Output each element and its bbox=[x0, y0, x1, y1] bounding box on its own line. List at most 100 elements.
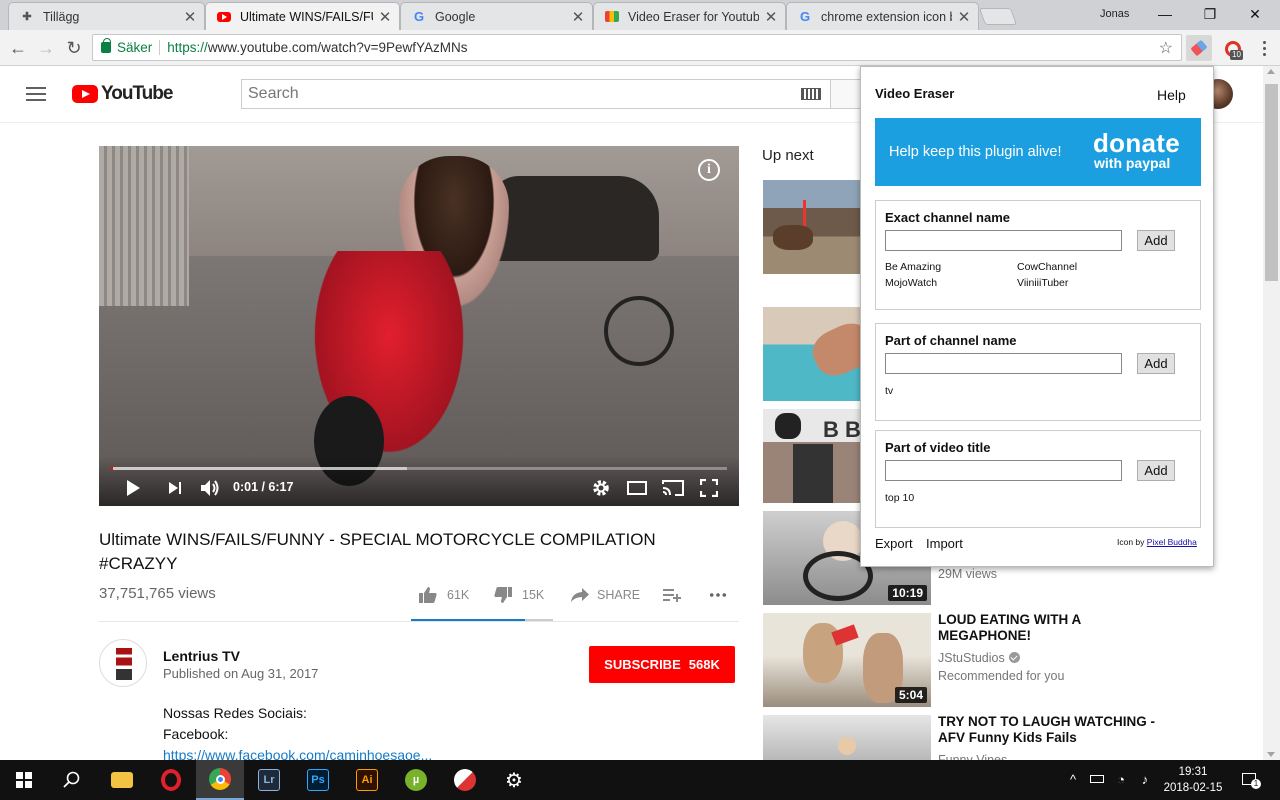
fullscreen-icon[interactable] bbox=[697, 476, 721, 500]
taskbar-clock[interactable]: 19:31 2018-02-15 bbox=[1160, 764, 1226, 796]
related-thumbnail[interactable] bbox=[763, 715, 931, 760]
cast-icon[interactable] bbox=[661, 476, 685, 500]
add-partial-channel-button[interactable]: Add bbox=[1137, 353, 1175, 374]
more-actions-button[interactable] bbox=[709, 586, 727, 604]
url-path: www.youtube.com/watch?v=9PewfYAzMNs bbox=[207, 40, 468, 55]
snipping-tool-icon[interactable] bbox=[441, 760, 489, 800]
video-progress-bar[interactable] bbox=[111, 467, 727, 470]
close-icon[interactable]: ✕ bbox=[956, 8, 972, 26]
more-dots-icon bbox=[709, 586, 727, 604]
help-link[interactable]: Help bbox=[1157, 87, 1186, 103]
scroll-up-arrow-icon[interactable] bbox=[1267, 69, 1275, 74]
video-player[interactable]: i 0:01 / 6:17 bbox=[99, 146, 739, 506]
utorrent-icon[interactable]: µ bbox=[392, 760, 440, 800]
video-eraser-popup: Video Eraser Help Help keep this plugin … bbox=[860, 66, 1214, 567]
tab-video-eraser[interactable]: Video Eraser for Youtube ✕ bbox=[593, 2, 786, 30]
settings-gear-icon[interactable]: ⚙ bbox=[490, 760, 538, 800]
keyboard-icon[interactable] bbox=[801, 88, 821, 100]
illustrator-icon[interactable]: Ai bbox=[343, 760, 391, 800]
search-icon[interactable] bbox=[48, 760, 96, 800]
like-button[interactable]: 61K bbox=[419, 586, 469, 604]
donate-banner[interactable]: Help keep this plugin alive! donate with… bbox=[875, 118, 1201, 186]
windows-start-icon[interactable] bbox=[0, 760, 48, 800]
dislike-button[interactable]: 15K bbox=[494, 586, 544, 604]
secure-indicator[interactable]: Säker bbox=[101, 38, 152, 55]
filter-entry[interactable]: MojoWatch bbox=[885, 277, 937, 289]
search-input[interactable]: Search bbox=[241, 79, 831, 109]
minimize-icon[interactable]: — bbox=[1150, 4, 1180, 24]
window-close-icon[interactable]: ✕ bbox=[1240, 4, 1270, 24]
volume-icon[interactable] bbox=[198, 476, 222, 500]
video-eraser-extension-button[interactable] bbox=[1186, 35, 1212, 61]
filter-entry[interactable]: CowChannel bbox=[1017, 261, 1077, 273]
tab-label: Ultimate WINS/FAILS/FUNNY - SPECIAL MOTO… bbox=[240, 9, 373, 24]
tab-chrome-ext-search[interactable]: G chrome extension icon bl ✕ bbox=[786, 2, 979, 30]
next-icon[interactable] bbox=[163, 476, 187, 500]
notifications-icon[interactable]: 1 bbox=[1240, 770, 1261, 789]
info-icon[interactable]: i bbox=[698, 159, 720, 181]
share-button[interactable]: SHARE bbox=[571, 586, 640, 604]
channel-name[interactable]: Lentrius TV bbox=[163, 648, 240, 664]
filter-entry[interactable]: tv bbox=[885, 385, 893, 397]
photoshop-icon[interactable]: Ps bbox=[294, 760, 342, 800]
bookmark-star-icon[interactable]: ☆ bbox=[1159, 38, 1173, 58]
import-link[interactable]: Import bbox=[926, 536, 963, 551]
battery-icon[interactable] bbox=[1088, 770, 1106, 788]
add-video-title-button[interactable]: Add bbox=[1137, 460, 1175, 481]
wifi-icon[interactable]: ◔ bbox=[1112, 770, 1130, 788]
close-icon[interactable]: ✕ bbox=[763, 8, 779, 26]
filter-entry[interactable]: Be Amazing bbox=[885, 261, 941, 273]
page-scrollbar[interactable] bbox=[1263, 66, 1280, 760]
filter-entry[interactable]: top 10 bbox=[885, 492, 914, 504]
close-icon[interactable]: ✕ bbox=[570, 8, 586, 26]
back-arrow-icon[interactable]: ← bbox=[6, 36, 30, 60]
chevron-up-icon[interactable]: ^ bbox=[1064, 770, 1082, 788]
new-tab-button[interactable] bbox=[978, 8, 1018, 25]
maximize-icon[interactable]: ❐ bbox=[1195, 4, 1225, 24]
settings-gear-icon[interactable] bbox=[589, 476, 613, 500]
tab-extensions[interactable]: ✚ Tillägg ✕ bbox=[8, 2, 205, 30]
filter-entry[interactable]: ViiniiiTuber bbox=[1017, 277, 1068, 289]
view-count: 37,751,765 views bbox=[99, 585, 216, 602]
credit-link[interactable]: Pixel Buddha bbox=[1147, 537, 1197, 547]
partial-channel-input[interactable] bbox=[885, 353, 1122, 374]
play-icon[interactable] bbox=[121, 476, 145, 500]
search-button[interactable] bbox=[831, 79, 861, 109]
add-to-playlist-button[interactable] bbox=[663, 586, 681, 604]
share-label: SHARE bbox=[597, 588, 641, 602]
related-channel[interactable]: JStuStudios bbox=[938, 649, 1020, 667]
chrome-icon[interactable] bbox=[196, 760, 244, 800]
profile-name[interactable]: Jonas bbox=[1100, 8, 1129, 20]
chrome-menu-icon[interactable] bbox=[1254, 36, 1274, 60]
close-icon[interactable]: ✕ bbox=[182, 8, 198, 26]
related-channel[interactable]: Funny Vines bbox=[938, 751, 1007, 760]
tab-youtube[interactable]: Ultimate WINS/FAILS/FUNNY - SPECIAL MOTO… bbox=[205, 2, 400, 30]
scrollbar-thumb[interactable] bbox=[1265, 84, 1278, 281]
extension-button[interactable]: 10 bbox=[1220, 36, 1246, 62]
related-title[interactable]: LOUD EATING WITH A MEGAPHONE! bbox=[938, 612, 1158, 644]
channel-avatar[interactable] bbox=[99, 639, 147, 687]
subscribe-button[interactable]: SUBSCRIBE 568K bbox=[589, 646, 735, 683]
lightroom-icon[interactable]: Lr bbox=[245, 760, 293, 800]
tab-google[interactable]: G Google ✕ bbox=[400, 2, 593, 30]
file-explorer-icon[interactable] bbox=[98, 760, 146, 800]
address-bar[interactable]: Säker https://www.youtube.com/watch?v=9P… bbox=[92, 34, 1182, 61]
theater-mode-icon[interactable] bbox=[625, 476, 649, 500]
add-exact-channel-button[interactable]: Add bbox=[1137, 230, 1175, 251]
related-thumbnail[interactable]: 5:04 bbox=[763, 613, 931, 707]
reload-icon[interactable]: ↻ bbox=[62, 36, 86, 60]
youtube-logo[interactable]: YouTube bbox=[72, 83, 173, 105]
forward-arrow-icon[interactable]: → bbox=[34, 36, 58, 60]
puzzle-icon: ✚ bbox=[22, 11, 32, 23]
guide-menu-icon[interactable] bbox=[26, 87, 46, 101]
opera-icon[interactable] bbox=[147, 760, 195, 800]
scroll-down-arrow-icon[interactable] bbox=[1267, 752, 1275, 757]
close-icon[interactable]: ✕ bbox=[377, 8, 393, 26]
related-title[interactable]: TRY NOT TO LAUGH WATCHING - AFV Funny Ki… bbox=[938, 714, 1158, 746]
volume-icon[interactable]: ♪ bbox=[1136, 770, 1154, 788]
export-link[interactable]: Export bbox=[875, 536, 913, 551]
exact-channel-input[interactable] bbox=[885, 230, 1122, 251]
url-text[interactable]: https://www.youtube.com/watch?v=9PewfYAz… bbox=[167, 40, 467, 55]
video-title-input[interactable] bbox=[885, 460, 1122, 481]
video-description: Nossas Redes Sociais: Facebook: https://… bbox=[163, 703, 432, 766]
